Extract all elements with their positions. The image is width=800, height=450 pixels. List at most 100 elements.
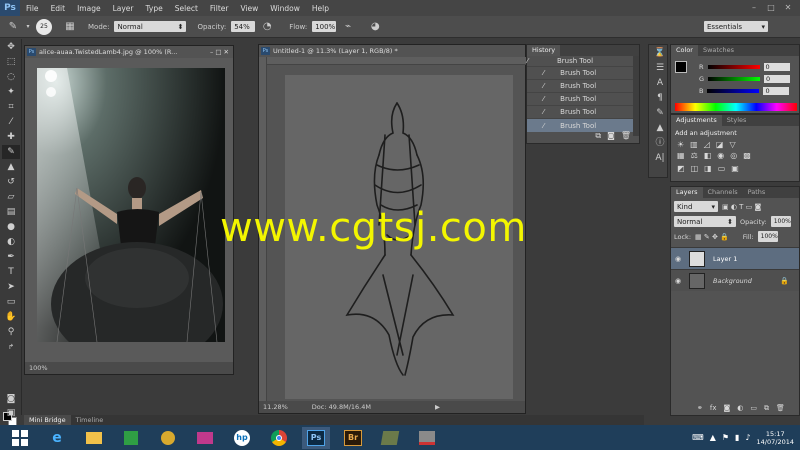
opacity-field[interactable]: 54% — [231, 21, 256, 32]
menu-filter[interactable]: Filter — [204, 4, 235, 13]
bw-adjust-icon[interactable]: ◧ — [704, 151, 712, 160]
camera-icon[interactable]: ◙ — [607, 131, 615, 141]
blur-tool-icon[interactable]: ● — [2, 220, 20, 234]
green-value-field[interactable]: 0 — [764, 75, 791, 83]
tab-mini-bridge[interactable]: Mini Bridge — [24, 415, 71, 425]
channel-mixer-adjust-icon[interactable]: ◎ — [730, 151, 737, 160]
brush-panel-icon[interactable]: ▦ — [63, 20, 77, 34]
color-lookup-adjust-icon[interactable]: ▩ — [743, 151, 751, 160]
posterize-adjust-icon[interactable]: ◫ — [691, 164, 699, 173]
history-item[interactable]: ⁄ Brush Tool — [527, 80, 639, 93]
pen-tool-icon[interactable]: ✒ — [2, 250, 20, 264]
shape-tool-icon[interactable]: ▭ — [2, 295, 20, 309]
sketch-document-tab[interactable]: Ps Untitled-1 @ 11.3% (Layer 1, RGB/8) * — [259, 45, 525, 57]
eraser-tool-icon[interactable]: ▱ — [2, 190, 20, 204]
history-item[interactable]: ⁄ Brush Tool — [527, 56, 639, 67]
brush-tool-icon[interactable]: ✎ — [2, 145, 20, 159]
history-scrollbar[interactable] — [633, 56, 639, 136]
healing-tool-icon[interactable]: ✚ — [2, 130, 20, 144]
photoshop-icon[interactable]: Ps — [302, 426, 330, 449]
trash-icon[interactable]: 🗑 — [776, 404, 785, 413]
character-panel-icon[interactable]: A — [651, 76, 669, 90]
sketch-zoom-level[interactable]: 11.28% — [263, 401, 288, 413]
info-panel-icon[interactable]: ⓘ — [651, 136, 669, 150]
quick-select-tool-icon[interactable]: ✦ — [2, 85, 20, 99]
brightness-adjust-icon[interactable]: ☀ — [677, 140, 684, 149]
layer-filter-select[interactable]: Kind ▾ — [674, 201, 718, 212]
menu-help[interactable]: Help — [306, 4, 335, 13]
menu-select[interactable]: Select — [169, 4, 204, 13]
gradient-map-adjust-icon[interactable]: ▭ — [718, 164, 726, 173]
eyedropper-tool-icon[interactable]: ⁄ — [2, 115, 20, 129]
hue-sat-adjust-icon[interactable]: ▦ — [677, 151, 685, 160]
tab-channels[interactable]: Channels — [703, 187, 743, 198]
tab-adjustments[interactable]: Adjustments — [671, 115, 722, 126]
clock[interactable]: 15:17 14/07/2014 — [757, 430, 794, 446]
history-item[interactable]: ⁄ Brush Tool — [527, 67, 639, 80]
media-icon[interactable] — [154, 427, 182, 449]
flag-icon[interactable]: ⚑ — [722, 433, 729, 442]
trash-icon[interactable]: 🗑 — [621, 131, 631, 141]
history-brush-tool-icon[interactable]: ↺ — [2, 175, 20, 189]
chrome-icon[interactable] — [265, 427, 293, 449]
tab-timeline[interactable]: Timeline — [71, 415, 109, 425]
tab-layers[interactable]: Layers — [671, 187, 703, 198]
brush-preset-picker[interactable]: 25 — [36, 18, 52, 35]
brush-tool-icon[interactable]: ✎ — [6, 20, 20, 34]
menu-edit[interactable]: Edit — [45, 4, 72, 13]
marquee-tool-icon[interactable]: ⬚ — [2, 55, 20, 69]
layer-filter-icons[interactable]: ▣ ◐ T ▭ ◙ — [722, 203, 761, 211]
status-arrow-icon[interactable]: ▶ — [435, 401, 440, 413]
stamp-tool-icon[interactable]: ▲ — [2, 160, 20, 174]
tab-swatches[interactable]: Swatches — [698, 45, 739, 56]
type-panel-icon[interactable]: A| — [651, 151, 669, 165]
tab-styles[interactable]: Styles — [722, 115, 752, 126]
start-button[interactable] — [6, 427, 34, 449]
type-tool-icon[interactable]: T — [2, 265, 20, 279]
dodge-tool-icon[interactable]: ◐ — [2, 235, 20, 249]
zoom-tool-icon[interactable]: ⚲ — [2, 325, 20, 339]
paragraph-panel-icon[interactable]: ¶ — [651, 91, 669, 105]
quick-mask-icon[interactable]: ◙ — [2, 392, 20, 406]
color-spectrum[interactable] — [675, 103, 797, 111]
link-layers-icon[interactable]: ⚭ — [697, 404, 703, 413]
store-icon[interactable] — [117, 427, 145, 449]
dropdown-arrow-icon[interactable]: ▾ — [25, 20, 31, 34]
move-tool-icon[interactable]: ✥ — [2, 40, 20, 54]
new-layer-icon[interactable]: ⧉ — [764, 404, 769, 413]
properties-panel-icon[interactable]: ☰ — [651, 61, 669, 75]
menu-layer[interactable]: Layer — [107, 4, 140, 13]
tab-paths[interactable]: Paths — [743, 187, 771, 198]
menu-view[interactable]: View — [234, 4, 264, 13]
history-panel-icon[interactable]: ⌛ — [651, 46, 669, 60]
invert-adjust-icon[interactable]: ◩ — [677, 164, 685, 173]
blue-value-field[interactable]: 0 — [763, 87, 790, 95]
screen-mode-icon[interactable]: ▣ — [2, 406, 20, 420]
layer-opacity-field[interactable]: 100% — [770, 216, 791, 227]
menu-type[interactable]: Type — [140, 4, 169, 13]
new-document-from-state-icon[interactable]: ⧉ — [595, 131, 601, 141]
layer-style-icon[interactable]: fx — [710, 404, 717, 413]
window-controls-icon[interactable]: – □ ✕ — [210, 46, 229, 58]
red-value-field[interactable]: 0 — [763, 63, 790, 71]
eye-icon[interactable]: ◉ — [671, 277, 685, 285]
layer-row-layer-1[interactable]: ◉ Layer 1 — [671, 247, 799, 269]
remote-icon[interactable] — [191, 427, 219, 449]
explorer-icon[interactable] — [80, 427, 108, 449]
photo-document-tab[interactable]: Ps alice-auaa.TwistedLamb4.jpg @ 100% (R… — [25, 46, 233, 58]
pressure-size-icon[interactable]: ◕ — [368, 20, 382, 34]
blend-mode-select[interactable]: Normal ⬍ — [674, 216, 736, 227]
add-mask-icon[interactable]: ◙ — [723, 404, 730, 413]
flow-field[interactable]: 100% — [312, 21, 337, 32]
chevron-up-icon[interactable]: ▲ — [710, 433, 716, 442]
crop-tool-icon[interactable]: ⌗ — [2, 100, 20, 114]
pressure-opacity-icon[interactable]: ◔ — [260, 20, 274, 34]
eye-icon[interactable]: ◉ — [671, 255, 685, 263]
curves-adjust-icon[interactable]: ◿ — [704, 140, 710, 149]
app2-icon[interactable] — [413, 427, 441, 449]
volume-icon[interactable]: ♪ — [745, 433, 750, 442]
layer-row-background[interactable]: ◉ Background 🔒 — [671, 269, 799, 291]
red-slider[interactable] — [707, 65, 760, 69]
photo-document-window[interactable]: Ps alice-auaa.TwistedLamb4.jpg @ 100% (R… — [24, 45, 234, 375]
maximize-icon[interactable]: □ — [765, 2, 777, 13]
